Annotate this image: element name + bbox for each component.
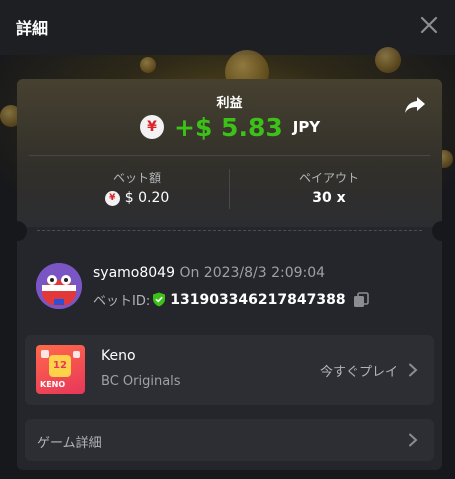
bet-user-line: syamo8049 On 2023/8/3 2:09:04 — [93, 265, 325, 281]
bet-amount-value: $ 0.20 — [124, 190, 170, 206]
chevron-right-icon[interactable] — [408, 433, 418, 447]
bet-id-value: 131903346217847388 — [170, 291, 346, 308]
play-now-button[interactable]: 今すぐプレイ — [320, 361, 398, 380]
share-icon[interactable] — [404, 95, 426, 115]
game-thumbnail: 12 KENO — [36, 345, 85, 394]
shield-check-icon — [153, 292, 166, 307]
dashed-divider — [37, 230, 422, 231]
chevron-right-icon[interactable] — [408, 363, 418, 377]
yen-icon: ¥ — [140, 115, 164, 139]
close-icon[interactable] — [419, 14, 439, 36]
game-card[interactable]: 12 KENO Keno BC Originals 今すぐプレイ — [25, 335, 434, 405]
bet-id-label: ベットID: — [93, 294, 151, 309]
game-details-row[interactable]: ゲーム詳細 — [25, 419, 434, 461]
avatar[interactable] — [36, 263, 82, 309]
bet-timestamp: On 2023/8/3 2:09:04 — [179, 265, 326, 281]
profit-section: 利益 ¥ +$ 5.83 JPY ベット額 ¥ $ 0.20 ペイアウト 30 … — [17, 79, 442, 227]
bet-amount-value-row: ¥ $ 0.20 — [47, 190, 227, 206]
coin-decoration — [140, 57, 156, 73]
yen-icon: ¥ — [104, 190, 120, 206]
payout-stat: ペイアウト 30 x — [239, 169, 419, 206]
keno-thumb-number: 12 — [53, 360, 67, 371]
game-provider: BC Originals — [101, 374, 181, 389]
payout-value: 30 x — [312, 190, 346, 206]
bet-details-modal: 詳細 利益 ¥ +$ 5.83 JPY ベット額 ¥ $ 0.20 ペイアウト … — [0, 0, 455, 479]
bet-amount-stat: ベット額 ¥ $ 0.20 — [47, 169, 227, 206]
bet-amount-label: ベット額 — [112, 171, 161, 185]
ticket-notch — [432, 221, 442, 241]
profit-amount: +$ 5.83 — [174, 112, 283, 142]
game-details-label: ゲーム詳細 — [37, 436, 102, 451]
divider — [229, 169, 230, 209]
divider — [29, 155, 430, 156]
profit-currency: JPY — [292, 118, 321, 136]
keno-thumb-label: KENO — [40, 380, 66, 389]
bet-id-line: ベットID: 131903346217847388 — [93, 290, 369, 309]
payout-label: ペイアウト — [298, 171, 359, 185]
avatar-dino-image — [36, 263, 82, 309]
profit-row: ¥ +$ 5.83 JPY — [140, 111, 320, 143]
profit-label: 利益 — [216, 96, 243, 111]
modal-title: 詳細 — [16, 19, 49, 38]
copy-icon[interactable] — [353, 291, 369, 308]
coin-decoration — [375, 47, 401, 73]
game-name: Keno — [101, 348, 136, 364]
bet-card: 利益 ¥ +$ 5.83 JPY ベット額 ¥ $ 0.20 ペイアウト 30 … — [17, 79, 442, 470]
username[interactable]: syamo8049 — [93, 265, 175, 281]
